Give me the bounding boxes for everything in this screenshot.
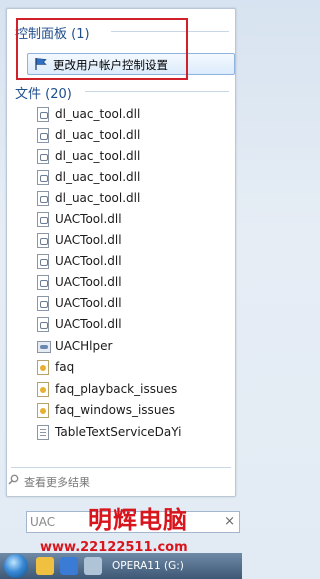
dll-file-icon [37,317,49,332]
file-result-item[interactable]: dl_uac_tool.dll [37,105,237,125]
files-header-divider [85,91,229,92]
dll-file-icon [37,212,49,227]
faq-file-icon [37,360,49,375]
file-name: UACTool.dll [55,296,122,310]
file-result-item[interactable]: UACTool.dll [37,210,237,230]
file-result-item[interactable]: faq_playback_issues [37,380,237,400]
folder-icon[interactable] [36,557,54,575]
file-name: UACTool.dll [55,317,122,331]
file-result-item[interactable]: dl_uac_tool.dll [37,189,237,209]
file-name: UACTool.dll [55,254,122,268]
file-result-item[interactable]: UACTool.dll [37,231,237,251]
file-result-item[interactable]: UACTool.dll [37,252,237,272]
dll-file-icon [37,254,49,269]
file-name: dl_uac_tool.dll [55,128,141,142]
dll-file-icon [37,296,49,311]
highlight-box [16,18,188,80]
taskbar: OPERA11 (G:) [0,553,242,579]
dll-file-icon [37,149,49,164]
file-name: UACTool.dll [55,212,122,226]
faq-file-icon [37,382,49,397]
file-name: dl_uac_tool.dll [55,170,141,184]
taskbar-opera-label[interactable]: OPERA11 (G:) [112,560,184,572]
results-divider [11,467,231,468]
files-header: 文件 (20) [15,87,72,102]
see-more-results-label: 查看更多结果 [24,476,90,489]
file-result-item[interactable]: UACTool.dll [37,294,237,314]
start-menu-search-results: 控制面板 (1) 更改用户帐户控制设置 文件 (20) dl_uac_tool.… [6,8,236,497]
file-result-item[interactable]: TableTextServiceDaYi [37,423,237,443]
file-result-item[interactable]: dl_uac_tool.dll [37,126,237,146]
dll-file-icon [37,128,49,143]
file-result-item[interactable]: dl_uac_tool.dll [37,147,237,167]
start-button[interactable] [4,554,28,578]
file-name: dl_uac_tool.dll [55,149,141,163]
file-result-item[interactable]: UACTool.dll [37,273,237,293]
file-result-item[interactable]: UACTool.dll [37,315,237,335]
file-name: UACTool.dll [55,275,122,289]
text-file-icon [37,425,49,440]
faq-file-icon [37,403,49,418]
watermark-title: 明辉电脑 [88,506,188,534]
exe-file-icon [37,341,51,353]
file-name: TableTextServiceDaYi [55,425,182,439]
dll-file-icon [37,191,49,206]
file-name: faq [55,360,75,374]
clear-search-icon[interactable]: × [224,514,235,529]
dll-file-icon [37,275,49,290]
dll-file-icon [37,233,49,248]
dll-file-icon [37,107,49,122]
file-name: faq_playback_issues [55,382,178,396]
drive-icon[interactable] [84,557,102,575]
file-result-item[interactable]: faq_windows_issues [37,401,237,421]
file-result-item[interactable]: faq [37,358,237,378]
search-icon [8,474,19,485]
browser-icon[interactable] [60,557,78,575]
file-result-item[interactable]: dl_uac_tool.dll [37,168,237,188]
search-input-value: UAC [30,515,56,529]
file-name: faq_windows_issues [55,403,176,417]
file-result-item[interactable]: UACHlper [37,337,237,357]
dll-file-icon [37,170,49,185]
file-name: dl_uac_tool.dll [55,191,141,205]
file-name: UACHlper [55,339,113,353]
file-name: UACTool.dll [55,233,122,247]
file-name: dl_uac_tool.dll [55,107,141,121]
